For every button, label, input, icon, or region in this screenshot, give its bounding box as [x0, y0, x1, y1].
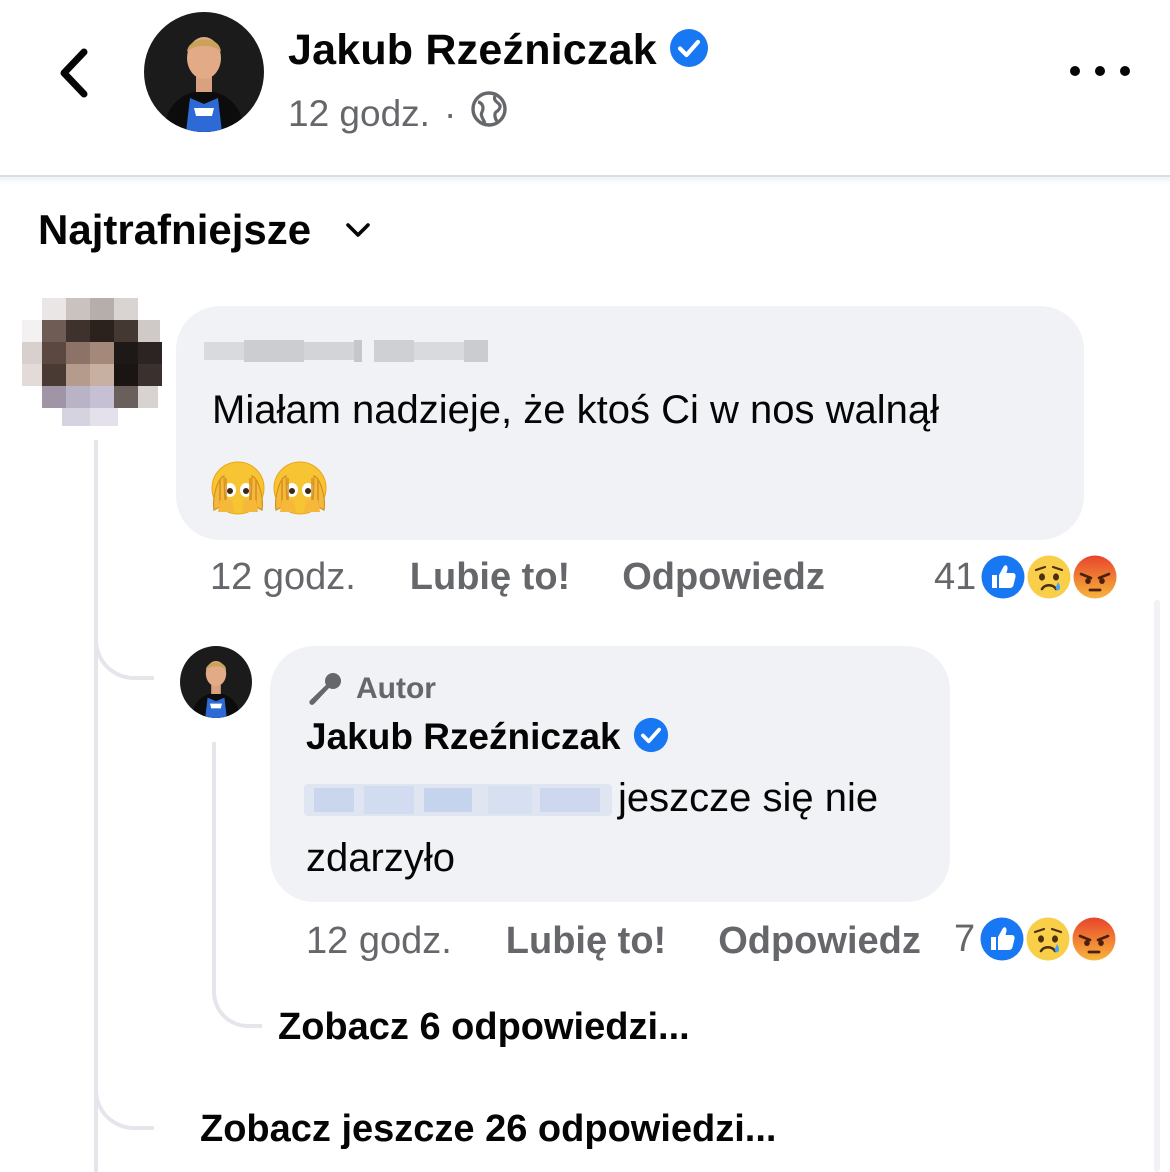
scrollbar[interactable] [1154, 600, 1160, 1172]
header-shadow [0, 177, 1170, 185]
post-time[interactable]: 12 godz. [288, 93, 430, 135]
more-icon [1070, 66, 1080, 76]
like-button[interactable]: Lubię to! [410, 556, 570, 599]
back-icon [60, 48, 88, 98]
thread-connector [94, 600, 154, 680]
reaction-count: 41 [934, 555, 977, 598]
reply-button[interactable]: Odpowiedz [622, 556, 825, 599]
like-reaction-icon [977, 914, 1027, 964]
reply-thread-line [212, 742, 216, 992]
reply-thread-connector [212, 960, 262, 1028]
reply-actions: 12 godz. Lubię to! Odpowiedz [306, 920, 921, 963]
reply-text-continued: zdarzyło [306, 836, 455, 880]
post-header: Jakub Rzeźniczak 12 godz. · [0, 0, 1170, 176]
sad-reaction-icon [1023, 914, 1073, 964]
more-options-button[interactable] [1070, 58, 1130, 84]
reply-time[interactable]: 12 godz. [306, 920, 452, 963]
thread-connector [94, 1050, 154, 1130]
view-replies-link[interactable]: Zobacz 6 odpowiedzi... [278, 1006, 690, 1049]
reaction-count: 7 [954, 917, 976, 960]
verified-icon [669, 28, 709, 73]
globe-icon [470, 90, 508, 137]
like-reaction-icon [978, 552, 1028, 602]
back-button[interactable] [48, 40, 98, 106]
reaction-summary[interactable]: 41 [934, 552, 1120, 602]
sort-label: Najtrafniejsze [38, 206, 312, 253]
reply-reaction-summary[interactable]: 7 [954, 914, 1119, 964]
comment-emoji [210, 460, 328, 516]
sad-reaction-icon [1024, 552, 1074, 602]
comment-text: Miałam nadzieje, że ktoś Ci w nos walnął [212, 388, 939, 432]
comment-time[interactable]: 12 godz. [210, 556, 356, 599]
angry-reaction-icon [1070, 552, 1120, 602]
reply-author-avatar[interactable] [180, 646, 252, 718]
commenter-name-blurred[interactable] [204, 336, 492, 366]
separator-dot: · [443, 92, 457, 134]
chevron-down-icon [345, 221, 371, 244]
author-badge: Autor [306, 670, 436, 708]
comment-actions: 12 godz. Lubię to! Odpowiedz [210, 556, 825, 599]
commenter-avatar-blurred[interactable] [22, 298, 166, 428]
author-avatar[interactable] [144, 12, 264, 132]
author-badge-label: Autor [356, 672, 436, 705]
face-peeking-emoji-icon [273, 461, 327, 515]
angry-reaction-icon [1069, 914, 1119, 964]
like-button[interactable]: Lubię to! [506, 920, 666, 963]
mention-blurred[interactable] [304, 780, 612, 820]
verified-icon [633, 717, 669, 758]
microphone-icon [309, 673, 341, 705]
face-peeking-emoji-icon [211, 461, 265, 515]
comment-sort-selector[interactable]: Najtrafniejsze [38, 206, 371, 254]
author-name[interactable]: Jakub Rzeźniczak [288, 26, 657, 75]
reply-author-name[interactable]: Jakub Rzeźniczak [306, 716, 621, 758]
reply-button[interactable]: Odpowiedz [718, 920, 921, 963]
reply-text: jeszcze się nie [618, 776, 879, 820]
view-more-replies-link[interactable]: Zobacz jeszcze 26 odpowiedzi... [200, 1108, 776, 1151]
